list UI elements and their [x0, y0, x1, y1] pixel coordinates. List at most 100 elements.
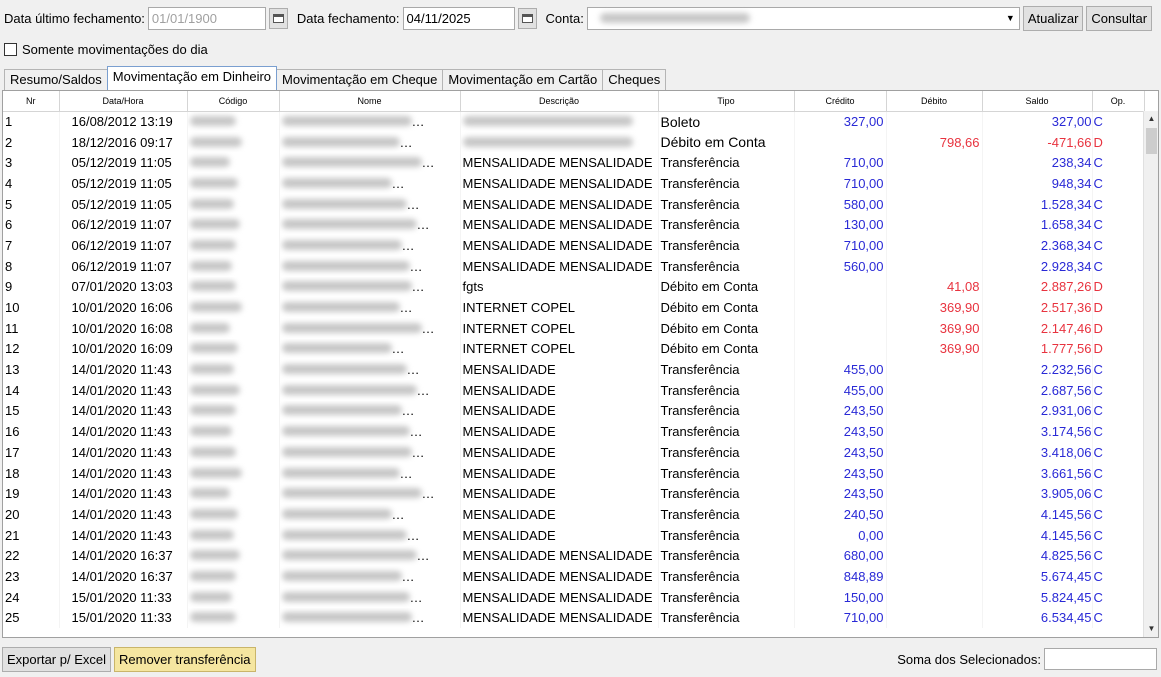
redacted-code: [189, 426, 232, 437]
cell-code: [187, 235, 280, 256]
table-header: Nr Data/Hora Código Nome Descrição Tipo …: [3, 91, 1145, 112]
redacted-name: [281, 570, 402, 581]
selected-sum-field[interactable]: [1044, 648, 1157, 670]
table-row[interactable]: 8 06/12/2019 11:07 … MENSALIDADE MENSALIDAD…: [3, 255, 1145, 277]
redacted-name: [281, 426, 410, 437]
cell-nr: 19: [3, 483, 60, 505]
table-row[interactable]: 24 15/01/2020 11:33 … MENSALIDADE MENSALIDA…: [3, 586, 1145, 608]
close-date-calendar-button[interactable]: [517, 7, 537, 29]
account-label: Conta:: [545, 10, 584, 26]
remove-transfer-button[interactable]: Remover transferência: [114, 646, 256, 672]
cell-debit: [886, 152, 983, 174]
table-row[interactable]: 21 14/01/2020 11:43 … MENSALIDADE Transferên…: [3, 524, 1145, 546]
cell-credit: [794, 131, 887, 153]
table-row[interactable]: 17 14/01/2020 11:43 … MENSALIDADE Transferên…: [3, 442, 1145, 463]
table-row[interactable]: 15 14/01/2020 11:43 … MENSALIDADE Transferên…: [3, 400, 1145, 422]
col-header-datetime[interactable]: Data/Hora: [59, 91, 188, 112]
only-today-filter[interactable]: Somente movimentações do dia: [4, 40, 208, 58]
tab-movimentacao-cartao[interactable]: Movimentação em Cartão: [442, 69, 604, 90]
scrollbar-thumb[interactable]: [1146, 128, 1157, 154]
cell-balance: 3.661,56: [982, 462, 1093, 484]
table-row[interactable]: 6 06/12/2019 11:07 … MENSALIDADE MENSALIDAD…: [3, 214, 1145, 236]
cell-datetime: 05/12/2019 11:05: [59, 173, 188, 194]
tab-resumo-saldos[interactable]: Resumo/Saldos: [4, 69, 108, 90]
redacted-code: [189, 467, 242, 478]
col-header-op[interactable]: Op.: [1092, 91, 1145, 112]
table-row[interactable]: 13 14/01/2020 11:43 … MENSALIDADE Transferên…: [3, 359, 1145, 380]
export-excel-button[interactable]: Exportar p/ Excel: [2, 646, 111, 672]
cell-op: C: [1092, 483, 1145, 505]
redacted-name: [281, 302, 400, 313]
redacted-code: [189, 343, 238, 354]
table-row[interactable]: 22 14/01/2020 16:37 … MENSALIDADE MENSALIDA…: [3, 545, 1145, 567]
cell-nr: 23: [3, 566, 60, 587]
redacted-name: [281, 177, 392, 188]
cell-credit: 243,50: [794, 442, 887, 463]
account-select[interactable]: ▼: [586, 6, 1020, 30]
close-date-field[interactable]: 04/11/2025: [402, 6, 515, 30]
redacted-code: [189, 570, 236, 581]
table-row[interactable]: 4 05/12/2019 11:05 … MENSALIDADE MENSALIDAD…: [3, 173, 1145, 194]
movements-grid[interactable]: Nr Data/Hora Código Nome Descrição Tipo …: [2, 90, 1159, 638]
col-header-type[interactable]: Tipo: [658, 91, 795, 112]
tab-cheques[interactable]: Cheques: [602, 69, 667, 90]
only-today-checkbox[interactable]: [4, 42, 17, 56]
cell-description: MENSALIDADE: [460, 524, 659, 546]
last-close-calendar-button[interactable]: [268, 7, 288, 29]
last-close-label: Data último fechamento:: [4, 10, 145, 26]
cell-op: C: [1092, 235, 1145, 256]
cell-balance: 238,34: [982, 152, 1093, 174]
cell-name: …: [279, 297, 461, 318]
table-row[interactable]: 23 14/01/2020 16:37 … MENSALIDADE MENSALIDA…: [3, 566, 1145, 587]
cell-type: Débito em Conta: [658, 297, 795, 318]
table-row[interactable]: 2 18/12/2016 09:17 … Débito em Conta 798,66-…: [3, 131, 1145, 153]
col-header-balance[interactable]: Saldo: [982, 91, 1093, 112]
arrow-up-icon[interactable]: ▲: [1144, 111, 1158, 127]
col-header-nr[interactable]: Nr: [3, 91, 60, 112]
close-date-label: Data fechamento:: [296, 10, 400, 26]
table-row[interactable]: 16 14/01/2020 11:43 … MENSALIDADE Transferên…: [3, 421, 1145, 442]
cell-description: MENSALIDADE: [460, 483, 659, 505]
table-row[interactable]: 1 16/08/2012 13:19… Boleto 327,00 327,00 C: [3, 111, 1145, 132]
col-header-description[interactable]: Descrição: [460, 91, 659, 112]
last-close-date-field[interactable]: 01/01/1900: [147, 6, 266, 30]
col-header-name[interactable]: Nome: [279, 91, 461, 112]
table-row[interactable]: 11 10/01/2020 16:08 … INTERNET COPEL Débito …: [3, 317, 1145, 339]
cell-nr: 1: [3, 111, 60, 132]
table-row[interactable]: 7 06/12/2019 11:07 … MENSALIDADE MENSALIDAD…: [3, 235, 1145, 256]
cell-credit: 455,00: [794, 379, 887, 401]
redacted-name: [281, 508, 392, 519]
table-row[interactable]: 10 10/01/2020 16:06 … INTERNET COPEL Débito …: [3, 297, 1145, 318]
table-row[interactable]: 14 14/01/2020 11:43 … MENSALIDADE Transferên…: [3, 379, 1145, 401]
refresh-button[interactable]: Atualizar: [1022, 5, 1084, 31]
redacted-name: [281, 136, 400, 147]
cell-balance: 2.687,56: [982, 379, 1093, 401]
table-row[interactable]: 20 14/01/2020 11:43 … MENSALIDADE Transferên…: [3, 504, 1145, 525]
table-row[interactable]: 12 10/01/2020 16:09 … INTERNET COPEL Débito …: [3, 338, 1145, 360]
table-body: 1 16/08/2012 13:19… Boleto 327,00 327,00 C 2 18…: [3, 111, 1145, 629]
cell-balance: 3.174,56: [982, 421, 1093, 442]
table-row[interactable]: 19 14/01/2020 11:43 … MENSALIDADE Transferên…: [3, 483, 1145, 505]
cell-credit: 243,50: [794, 400, 887, 422]
col-header-credit[interactable]: Crédito: [794, 91, 887, 112]
table-row[interactable]: 3 05/12/2019 11:05 … MENSALIDADE MENSALIDAD…: [3, 152, 1145, 174]
cell-op: C: [1092, 152, 1145, 174]
tab-movimentacao-dinheiro[interactable]: Movimentação em Dinheiro: [106, 66, 278, 90]
redacted-code: [189, 302, 242, 313]
table-row[interactable]: 9 07/01/2020 13:03 … fgts Débito em Conta 41,…: [3, 276, 1145, 298]
vertical-scrollbar[interactable]: ▲ ▼: [1143, 111, 1158, 637]
table-row[interactable]: 5 05/12/2019 11:05 … MENSALIDADE MENSALIDAD…: [3, 193, 1145, 215]
query-button[interactable]: Consultar: [1086, 5, 1153, 31]
cell-name: …: [279, 338, 461, 360]
redacted-name: [281, 343, 392, 354]
col-header-code[interactable]: Código: [187, 91, 280, 112]
cell-name: …: [279, 255, 461, 277]
table-row[interactable]: 25 15/01/2020 11:33 … MENSALIDADE MENSALIDA…: [3, 607, 1145, 629]
table-row[interactable]: 18 14/01/2020 11:43 … MENSALIDADE Transferên…: [3, 462, 1145, 484]
col-header-debit[interactable]: Débito: [886, 91, 983, 112]
cell-datetime: 14/01/2020 11:43: [59, 379, 188, 401]
redacted-code: [189, 322, 230, 333]
arrow-down-icon[interactable]: ▼: [1144, 621, 1158, 637]
tab-movimentacao-cheque[interactable]: Movimentação em Cheque: [276, 69, 444, 90]
cell-debit: [886, 359, 983, 380]
